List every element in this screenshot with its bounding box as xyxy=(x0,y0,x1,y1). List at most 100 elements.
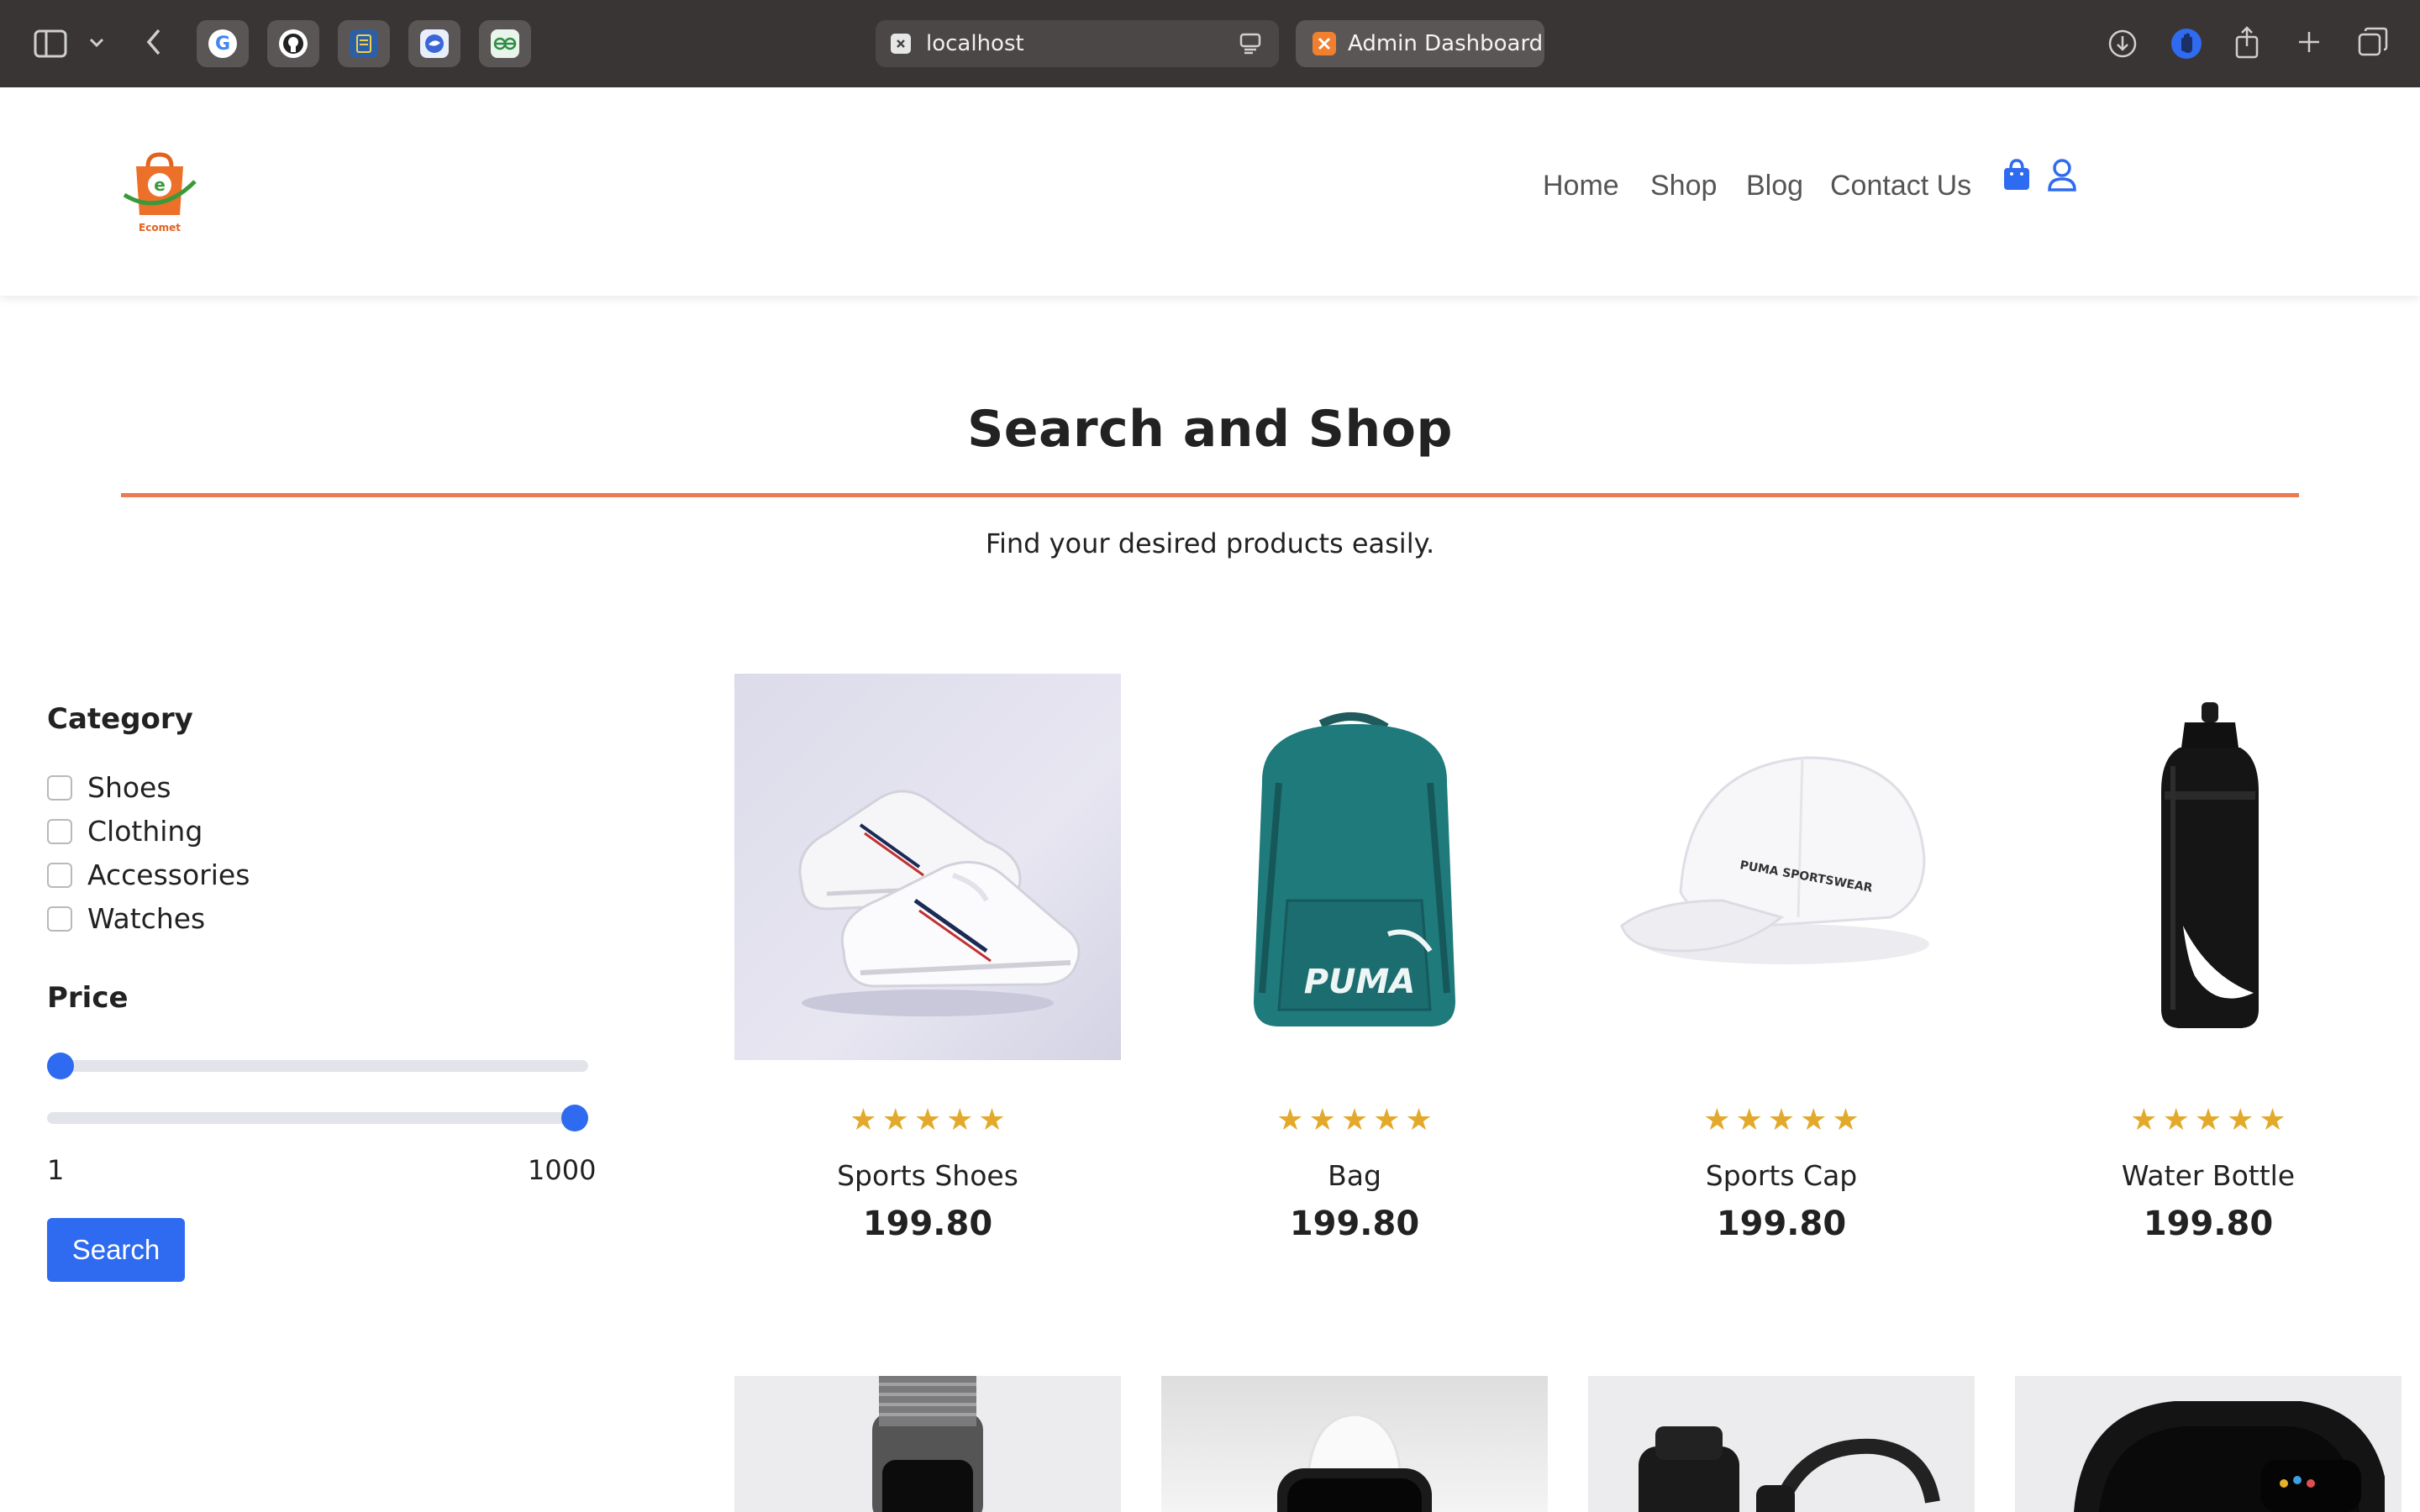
chevron-down-icon[interactable] xyxy=(87,30,106,55)
price-title: Price xyxy=(47,981,129,1015)
tab-admin-dashboard[interactable]: Admin Dashboard xyxy=(1296,20,1544,67)
star-icon: ★ xyxy=(850,1103,877,1137)
product-image-cap[interactable]: PUMA SPORTSWEAR xyxy=(1588,674,1975,1060)
rating-stars: ★ ★ ★ ★ ★ xyxy=(1588,1105,1975,1136)
star-icon: ★ xyxy=(1405,1103,1433,1137)
category-title: Category xyxy=(47,702,193,736)
shopping-bag-logo-icon: e xyxy=(123,152,197,215)
tab-overview-icon[interactable] xyxy=(2356,25,2390,59)
product-image-watch-2[interactable] xyxy=(1161,1376,1548,1512)
title-underline xyxy=(121,493,2299,497)
star-icon: ★ xyxy=(913,1103,942,1137)
user-icon[interactable] xyxy=(2047,158,2077,195)
page-title: Search and Shop xyxy=(967,400,1453,459)
star-icon: ★ xyxy=(978,1103,1006,1137)
product-price: 199.80 xyxy=(2143,1205,2274,1243)
price-max-slider[interactable] xyxy=(47,1105,588,1131)
nav-home[interactable]: Home xyxy=(1543,170,1619,202)
browser-toolbar: G localhost Admin Dashboard xyxy=(0,0,2420,87)
category-label: Accessories xyxy=(87,858,250,891)
xampp-icon xyxy=(1313,32,1336,55)
slider-thumb[interactable] xyxy=(561,1105,588,1131)
product-image-watch-1[interactable] xyxy=(734,1376,1121,1512)
star-icon: ★ xyxy=(2162,1103,2190,1137)
category-checkbox[interactable] xyxy=(47,818,72,844)
cart-bag-icon[interactable] xyxy=(2002,158,2032,195)
favorite-extension[interactable] xyxy=(408,20,460,67)
nav-contact-us[interactable]: Contact Us xyxy=(1830,170,1971,202)
category-label: Clothing xyxy=(87,815,203,848)
google-icon: G xyxy=(208,29,237,58)
sidebar-toggle-icon[interactable] xyxy=(32,27,69,60)
page-subtitle: Find your desired products easily. xyxy=(985,528,1435,559)
url-text: localhost xyxy=(926,31,1024,56)
notes-icon xyxy=(350,29,378,58)
nav-shop[interactable]: Shop xyxy=(1650,170,1717,202)
category-clothing[interactable]: Clothing xyxy=(47,815,203,848)
star-icon: ★ xyxy=(2194,1103,2223,1137)
product-price: 199.80 xyxy=(862,1205,993,1243)
favorite-google[interactable]: G xyxy=(197,20,249,67)
rating-stars: ★ ★ ★ ★ ★ xyxy=(1161,1105,1548,1136)
tab-title: Admin Dashboard xyxy=(1348,31,1544,56)
star-icon: ★ xyxy=(1276,1103,1304,1137)
category-watches[interactable]: Watches xyxy=(47,902,205,935)
category-label: Watches xyxy=(87,902,206,935)
product-price: 199.80 xyxy=(1289,1205,1420,1243)
product-name[interactable]: Sports Shoes xyxy=(734,1159,1121,1192)
share-icon[interactable] xyxy=(2232,24,2262,60)
star-icon: ★ xyxy=(881,1103,909,1137)
product-image-shoes[interactable] xyxy=(734,674,1121,1060)
product-card[interactable]: PUMA SPORTSWEAR ★ ★ ★ ★ ★ Sports Cap 199.80 xyxy=(1588,674,1975,1243)
site-logo[interactable]: e Ecomet xyxy=(119,151,200,235)
favorite-notes[interactable] xyxy=(338,20,390,67)
bird-icon xyxy=(420,29,449,58)
rating-stars: ★ ★ ★ ★ ★ xyxy=(734,1105,1121,1136)
github-icon xyxy=(279,29,308,58)
download-icon[interactable] xyxy=(2106,27,2139,60)
product-image-watch-3[interactable] xyxy=(1588,1376,1975,1512)
category-checkbox[interactable] xyxy=(47,906,72,932)
svg-text:e: e xyxy=(154,175,166,195)
star-icon: ★ xyxy=(1767,1103,1796,1137)
address-bar[interactable]: localhost xyxy=(876,20,1279,67)
nav-blog[interactable]: Blog xyxy=(1746,170,1803,202)
star-icon: ★ xyxy=(1703,1103,1731,1137)
price-min-slider[interactable] xyxy=(47,1053,588,1079)
product-name[interactable]: Bag xyxy=(1161,1159,1548,1192)
slider-thumb[interactable] xyxy=(47,1053,74,1079)
product-card[interactable]: ★ ★ ★ ★ ★ Water Bottle 199.80 xyxy=(2015,674,2402,1243)
star-icon: ★ xyxy=(1373,1103,1401,1137)
product-price: 199.80 xyxy=(1716,1205,1847,1243)
logo-text: Ecomet xyxy=(139,222,181,234)
favorite-github[interactable] xyxy=(267,20,319,67)
geeks-icon xyxy=(491,29,519,58)
star-icon: ★ xyxy=(1800,1103,1828,1137)
category-label: Shoes xyxy=(87,771,171,804)
product-card[interactable]: PUMA ★ ★ ★ ★ ★ Bag 199.80 xyxy=(1161,674,1548,1243)
product-image-watch-4[interactable] xyxy=(2015,1376,2402,1512)
new-tab-icon[interactable] xyxy=(2294,27,2324,57)
product-name[interactable]: Sports Cap xyxy=(1588,1159,1975,1192)
star-icon: ★ xyxy=(2259,1103,2286,1137)
star-icon: ★ xyxy=(1735,1103,1763,1137)
reader-icon[interactable] xyxy=(1239,32,1262,59)
price-max-value: 1000 xyxy=(528,1154,597,1186)
rating-stars: ★ ★ ★ ★ ★ xyxy=(2015,1105,2402,1136)
favorite-geeks[interactable] xyxy=(479,20,531,67)
product-name[interactable]: Water Bottle xyxy=(2015,1159,2402,1192)
star-icon: ★ xyxy=(1832,1103,1860,1137)
category-checkbox[interactable] xyxy=(47,862,72,888)
star-icon: ★ xyxy=(2227,1103,2254,1137)
product-image-bottle[interactable] xyxy=(2015,674,2402,1060)
svg-text:PUMA: PUMA xyxy=(1304,963,1416,1001)
back-icon[interactable] xyxy=(141,25,166,59)
search-button[interactable]: Search xyxy=(47,1218,185,1282)
category-accessories[interactable]: Accessories xyxy=(47,858,250,891)
category-checkbox[interactable] xyxy=(47,774,72,801)
category-shoes[interactable]: Shoes xyxy=(47,771,171,804)
extension-shield-icon[interactable] xyxy=(2168,25,2205,62)
product-image-bag[interactable]: PUMA xyxy=(1161,674,1548,1060)
product-card[interactable]: ★ ★ ★ ★ ★ Sports Shoes 199.80 xyxy=(734,674,1121,1243)
site-icon xyxy=(891,34,911,54)
